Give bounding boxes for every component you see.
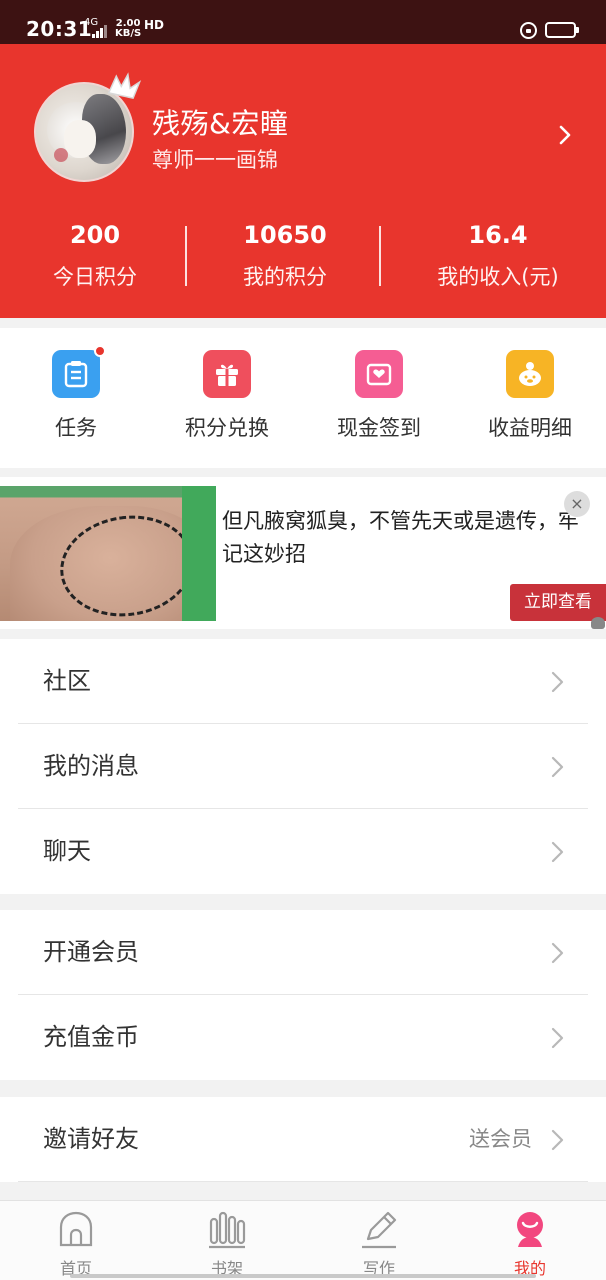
stat-value: 16.4	[468, 221, 528, 249]
heart-envelope-icon	[355, 350, 403, 398]
action-label: 收益明细	[488, 416, 572, 440]
stat-label: 今日积分	[53, 265, 137, 289]
menu-item-messages[interactable]: 我的消息	[0, 724, 606, 809]
stat-my-points[interactable]: 10650 我的积分	[190, 220, 380, 292]
piggy-icon	[506, 350, 554, 398]
menu-item-label: 充值金币	[43, 1023, 139, 1051]
home-indicator	[70, 1274, 536, 1278]
chevron-right-icon	[551, 1027, 564, 1049]
ad-view-button[interactable]: 立即查看	[510, 584, 606, 621]
status-time: 20:31	[26, 17, 93, 41]
profile-icon	[517, 1212, 543, 1247]
stat-my-income[interactable]: 16.4 我的收入(元)	[380, 220, 606, 292]
menu-item-community[interactable]: 社区	[0, 639, 606, 724]
divider	[185, 226, 187, 286]
action-points-exchange[interactable]: 积分兑换	[152, 350, 302, 442]
menu-item-recharge-coins[interactable]: 充值金币	[0, 995, 606, 1080]
action-tasks[interactable]: 任务	[1, 345, 151, 442]
menu-item-chat[interactable]: 聊天	[0, 809, 606, 894]
signal-icon	[92, 24, 108, 38]
profile-header[interactable]: 残殇&宏瞳 尊师一一画锦 200 今日积分 10650 我的积分 16.4 我的…	[0, 44, 606, 318]
menu-item-label: 我的消息	[43, 752, 139, 780]
menu-item-open-membership[interactable]: 开通会员	[0, 910, 606, 995]
chevron-right-icon	[551, 756, 564, 778]
crown-icon	[107, 72, 142, 99]
stats-row: 200 今日积分 10650 我的积分 16.4 我的收入(元)	[0, 220, 606, 290]
menu-item-label: 聊天	[43, 837, 91, 865]
battery-icon: 66	[545, 22, 579, 38]
tab-home[interactable]: 首页	[0, 1209, 152, 1279]
chevron-right-icon	[551, 1129, 564, 1151]
quick-actions: 任务 积分兑换 现金签到 收益明细	[0, 328, 606, 468]
stat-label: 我的积分	[243, 265, 327, 289]
menu-item-label: 社区	[43, 667, 91, 695]
avatar-container[interactable]	[34, 72, 142, 182]
gift-icon	[203, 350, 251, 398]
ad-text[interactable]: 但凡腋窝狐臭，不管先天或是遗传，牢记这妙招	[222, 505, 594, 571]
tab-mine[interactable]: 我的	[454, 1209, 606, 1279]
ad-banner[interactable]: 但凡腋窝狐臭，不管先天或是遗传，牢记这妙招 × 立即查看	[0, 477, 606, 629]
stat-today-points[interactable]: 200 今日积分	[0, 220, 190, 292]
network-speed-unit: KB/S	[115, 28, 142, 39]
chevron-right-icon[interactable]	[554, 124, 576, 146]
chevron-right-icon	[551, 841, 564, 863]
bottom-nav: 首页 书架 写作 我的	[0, 1200, 606, 1280]
network-speed: 2.00 KB/S	[115, 19, 141, 39]
menu-item-extra: 送会员	[469, 1127, 532, 1151]
divider	[379, 226, 381, 286]
action-cash-checkin[interactable]: 现金签到	[304, 350, 454, 442]
clipboard-icon	[52, 345, 106, 398]
chevron-right-icon	[551, 942, 564, 964]
menu-item-label: 开通会员	[43, 938, 139, 966]
stat-label: 我的收入(元)	[437, 265, 559, 289]
app-screen: 20:31 4G 2.00 KB/S HD 66 残殇&宏瞳 尊师一一画锦 20…	[0, 0, 606, 1280]
ad-source-icon	[591, 617, 605, 629]
pencil-icon	[362, 1211, 397, 1249]
hd-indicator: HD	[144, 18, 165, 32]
ad-image[interactable]	[0, 486, 216, 621]
stat-value: 10650	[243, 221, 327, 249]
action-label: 现金签到	[337, 416, 421, 440]
status-bar: 20:31 4G 2.00 KB/S HD 66	[0, 0, 606, 44]
menu-group-1: 社区 我的消息 聊天	[0, 639, 606, 894]
bookshelf-icon	[209, 1211, 246, 1249]
profile-name: 残殇&宏瞳	[152, 107, 289, 140]
battery-level: 66	[552, 23, 569, 36]
tab-bookshelf[interactable]: 书架	[151, 1209, 303, 1279]
action-income-details[interactable]: 收益明细	[455, 350, 605, 442]
menu-item-label: 邀请好友	[43, 1125, 139, 1153]
notification-dot	[94, 345, 106, 357]
chevron-right-icon	[551, 671, 564, 693]
close-icon[interactable]: ×	[564, 491, 590, 517]
menu-group-2: 开通会员 充值金币	[0, 910, 606, 1080]
rotation-lock-icon	[520, 22, 537, 39]
stat-value: 200	[69, 221, 121, 249]
tab-write[interactable]: 写作	[303, 1209, 455, 1279]
action-label: 积分兑换	[185, 416, 269, 440]
action-label: 任务	[55, 416, 97, 440]
menu-group-3: 邀请好友 送会员	[0, 1097, 606, 1182]
home-icon	[59, 1211, 93, 1247]
profile-title: 尊师一一画锦	[152, 148, 278, 172]
menu-item-invite-friends[interactable]: 邀请好友 送会员	[0, 1097, 606, 1182]
